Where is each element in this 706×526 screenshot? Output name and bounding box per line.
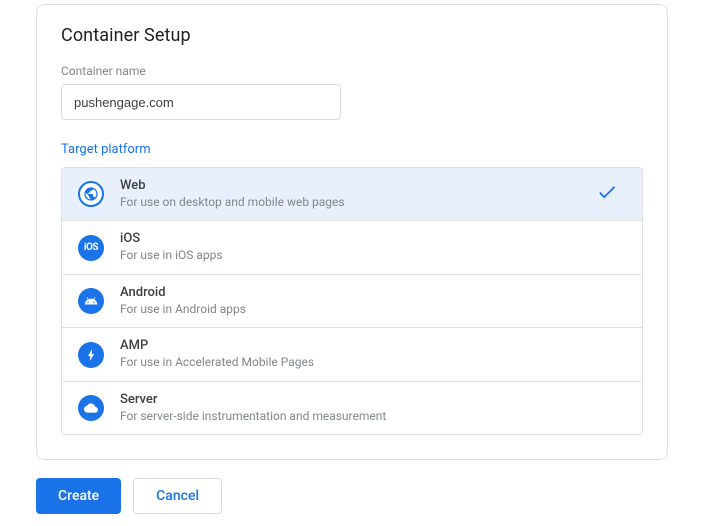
platform-desc: For use on desktop and mobile web pages — [120, 195, 596, 211]
platform-option-amp[interactable]: AMP For use in Accelerated Mobile Pages — [62, 328, 642, 381]
platform-desc: For use in Android apps — [120, 302, 626, 318]
create-button[interactable]: Create — [36, 478, 121, 514]
amp-icon — [78, 342, 104, 368]
platform-list: Web For use on desktop and mobile web pa… — [61, 167, 643, 435]
server-icon — [78, 395, 104, 421]
page-title: Container Setup — [61, 25, 643, 46]
platform-option-web[interactable]: Web For use on desktop and mobile web pa… — [62, 168, 642, 221]
platform-title: Server — [120, 392, 626, 409]
platform-option-server[interactable]: Server For server-side instrumentation a… — [62, 382, 642, 434]
platform-title: Android — [120, 285, 626, 302]
target-platform-label: Target platform — [61, 142, 643, 157]
button-row: Create Cancel — [36, 478, 222, 514]
container-name-input[interactable] — [61, 84, 341, 120]
ios-icon: iOS — [78, 235, 104, 261]
platform-desc: For use in iOS apps — [120, 248, 626, 264]
platform-text: AMP For use in Accelerated Mobile Pages — [120, 338, 626, 370]
platform-text: iOS For use in iOS apps — [120, 231, 626, 263]
cancel-button[interactable]: Cancel — [133, 478, 222, 514]
container-setup-card: Container Setup Container name Target pl… — [36, 4, 668, 460]
platform-desc: For use in Accelerated Mobile Pages — [120, 355, 626, 371]
platform-title: Web — [120, 178, 596, 195]
platform-text: Server For server-side instrumentation a… — [120, 392, 626, 424]
platform-title: iOS — [120, 231, 626, 248]
platform-desc: For server-side instrumentation and meas… — [120, 409, 626, 425]
platform-text: Android For use in Android apps — [120, 285, 626, 317]
platform-option-android[interactable]: Android For use in Android apps — [62, 275, 642, 328]
platform-title: AMP — [120, 338, 626, 355]
platform-text: Web For use on desktop and mobile web pa… — [120, 178, 596, 210]
android-icon — [78, 288, 104, 314]
web-icon — [78, 181, 104, 207]
platform-option-ios[interactable]: iOS iOS For use in iOS apps — [62, 221, 642, 274]
container-name-label: Container name — [61, 64, 643, 78]
check-icon — [596, 181, 618, 207]
